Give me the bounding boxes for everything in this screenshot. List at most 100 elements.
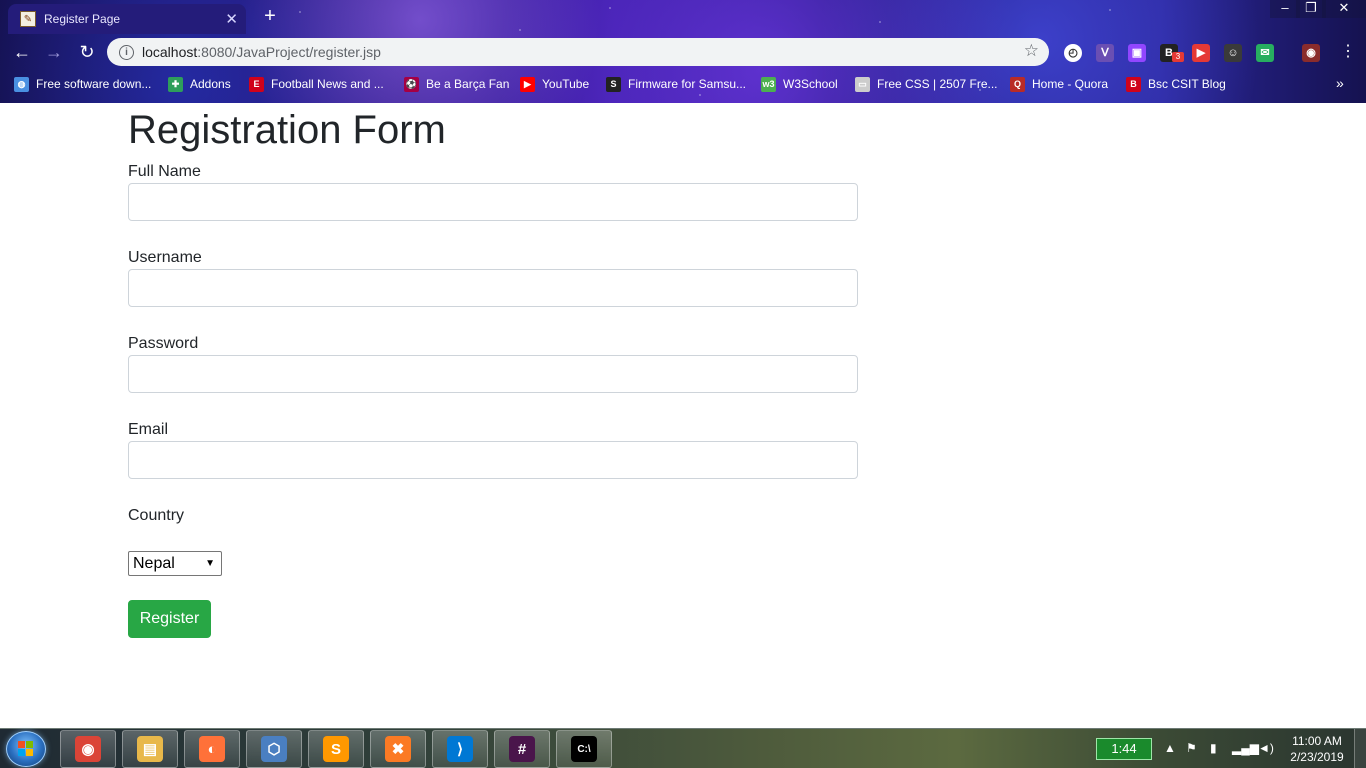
start-button[interactable] (6, 731, 46, 767)
system-clock[interactable]: 11:00 AM 2/23/2019 (1284, 733, 1350, 765)
bookmark-label: Bsc CSIT Blog (1148, 77, 1226, 91)
extension-badge: 3 (1172, 52, 1184, 62)
virtualbox-icon: ⬡ (261, 736, 287, 762)
bookmark-label: Firmware for Samsu... (628, 77, 747, 91)
country-select[interactable]: Nepal ▼ (128, 551, 222, 576)
blog-icon: B (1126, 76, 1141, 92)
clock-time: 11:00 AM (1292, 734, 1342, 748)
youtube-icon: ▶ (520, 76, 535, 92)
url-host: localhost (142, 44, 198, 60)
bookmark-item[interactable]: ✚ Addons (168, 75, 231, 93)
dropdown-caret-icon: ▼ (205, 558, 215, 569)
register-button[interactable]: Register (128, 600, 211, 638)
bookmark-label: Football News and ... (271, 77, 384, 91)
taskbar-app-button[interactable]: C:\ (556, 730, 612, 768)
browser-menu-icon[interactable]: ⋮ (1340, 42, 1356, 62)
address-bar[interactable]: i localhost:8080/JavaProject/register.js… (107, 38, 1049, 66)
taskbar-app-button[interactable]: ◐ (184, 730, 240, 768)
full-name-input[interactable] (128, 183, 858, 221)
volume-icon[interactable]: ◄) (1258, 741, 1274, 755)
email-input[interactable] (128, 441, 858, 479)
taskbar-app-button[interactable]: ✖ (370, 730, 426, 768)
back-arrow-icon[interactable]: ← (10, 40, 34, 64)
window-close-button[interactable]: ✕ (1322, 0, 1366, 18)
firefox-icon: ◐ (199, 736, 225, 762)
file-explorer-icon: ▤ (137, 736, 163, 762)
bookmark-label: W3School (783, 77, 838, 91)
chrome-icon: ◉ (75, 736, 101, 762)
bookmark-star-icon[interactable]: ☆ (1024, 41, 1039, 61)
taskbar-app-button[interactable]: # (494, 730, 550, 768)
windows-taskbar: ◉ ▤ ◐ ⬡ S ✖ ⟩ # C:\ 1:44 ▲ ⚑ ▮ ▂▄▆ ◄) 11:00 AM 2… (0, 728, 1366, 768)
network-signal-icon[interactable]: ▂▄▆ (1232, 741, 1259, 755)
espn-icon: E (249, 76, 264, 92)
bookmark-label: Addons (190, 77, 231, 91)
bookmark-item[interactable]: S Firmware for Samsu... (606, 75, 746, 93)
url-path: :8080/JavaProject/register.jsp (197, 44, 381, 60)
play-extension-icon[interactable]: ▶ (1192, 44, 1210, 62)
password-input[interactable] (128, 355, 858, 393)
clock-date: 2/23/2019 (1290, 750, 1344, 764)
forward-arrow-icon[interactable]: → (42, 40, 66, 64)
bookmarks-overflow-icon[interactable]: » (1336, 75, 1344, 91)
slack-icon: # (509, 736, 535, 762)
bookmark-item[interactable]: ⚽ Be a Barça Fan (404, 75, 509, 93)
username-label: Username (128, 249, 202, 266)
bookmark-label: Free software down... (36, 77, 152, 91)
battery-icon[interactable]: ▮ (1210, 741, 1217, 755)
bookmark-item[interactable]: E Football News and ... (249, 75, 384, 93)
sublime-text-icon: S (323, 736, 349, 762)
bookmark-item[interactable]: ▭ Free CSS | 2507 Fre... (855, 75, 998, 93)
barca-icon: ⚽ (404, 76, 419, 92)
vs-extension-icon[interactable]: ᐯ (1096, 44, 1114, 62)
quora-icon: Q (1010, 76, 1025, 92)
user-avatar-icon[interactable]: ◉ (1302, 44, 1320, 62)
email-label: Email (128, 421, 169, 438)
tab-title: Register Page (44, 12, 121, 26)
action-center-flag-icon[interactable]: ⚑ (1186, 741, 1197, 755)
puzzle-icon: ✚ (168, 76, 183, 92)
bookmark-label: Home - Quora (1032, 77, 1109, 91)
page-content: Registration Form Full Name Username Pas… (0, 103, 1366, 728)
globe-icon: ◍ (14, 76, 29, 92)
browser-toolbar: ← → ↻ i localhost:8080/JavaProject/regis… (0, 36, 1366, 68)
page-favicon-icon: ✎ (20, 11, 36, 27)
taskbar-app-button[interactable]: ◉ (60, 730, 116, 768)
bookmark-item[interactable]: ◍ Free software down... (14, 75, 151, 93)
xampp-icon: ✖ (385, 736, 411, 762)
w3school-icon: w3 (761, 76, 776, 92)
password-label: Password (128, 335, 199, 352)
vscode-icon: ⟩ (447, 736, 473, 762)
page-title: Registration Form (128, 108, 446, 152)
reload-icon[interactable]: ↻ (75, 40, 99, 64)
windows-logo-icon (18, 741, 34, 757)
taskbar-app-button[interactable]: ⟩ (432, 730, 488, 768)
twitch-icon[interactable]: ▣ (1128, 44, 1146, 62)
browser-tab[interactable]: ✎ Register Page ✕ (8, 4, 246, 34)
bookmark-label: YouTube (542, 77, 590, 91)
speedometer-icon[interactable]: ◴ (1064, 44, 1082, 62)
taskbar-app-button[interactable]: ⬡ (246, 730, 302, 768)
bookmarks-bar: » ◍ Free software down... ✚ Addons E Football… (0, 70, 1366, 98)
username-input[interactable] (128, 269, 858, 307)
bookmark-label: Be a Barça Fan (426, 77, 510, 91)
show-hidden-icons-icon[interactable]: ▲ (1164, 741, 1176, 755)
taskbar-app-button[interactable]: S (308, 730, 364, 768)
chat-extension-icon[interactable]: ✉ (1256, 44, 1274, 62)
bookmark-item[interactable]: B Bsc CSIT Blog (1126, 75, 1226, 93)
country-selected-value: Nepal (133, 555, 175, 572)
show-desktop-button[interactable] (1354, 729, 1366, 768)
battery-timer[interactable]: 1:44 (1096, 738, 1152, 760)
profile-extension-icon[interactable]: ☺ (1224, 44, 1242, 62)
bookmark-item[interactable]: ▶ YouTube (520, 75, 589, 93)
cmd-icon: C:\ (571, 736, 597, 762)
taskbar-app-button[interactable]: ▤ (122, 730, 178, 768)
s-icon: S (606, 76, 621, 92)
bookmark-item[interactable]: Q Home - Quora (1010, 75, 1108, 93)
country-label: Country (128, 507, 185, 524)
browser-chrome: ✎ Register Page ✕ + – ❐ ✕ ← → ↻ i localh… (0, 0, 1366, 103)
new-tab-button[interactable]: + (258, 6, 282, 28)
bookmark-item[interactable]: w3 W3School (761, 75, 838, 93)
site-info-icon[interactable]: i (119, 44, 134, 60)
tab-close-icon[interactable]: ✕ (225, 10, 238, 28)
